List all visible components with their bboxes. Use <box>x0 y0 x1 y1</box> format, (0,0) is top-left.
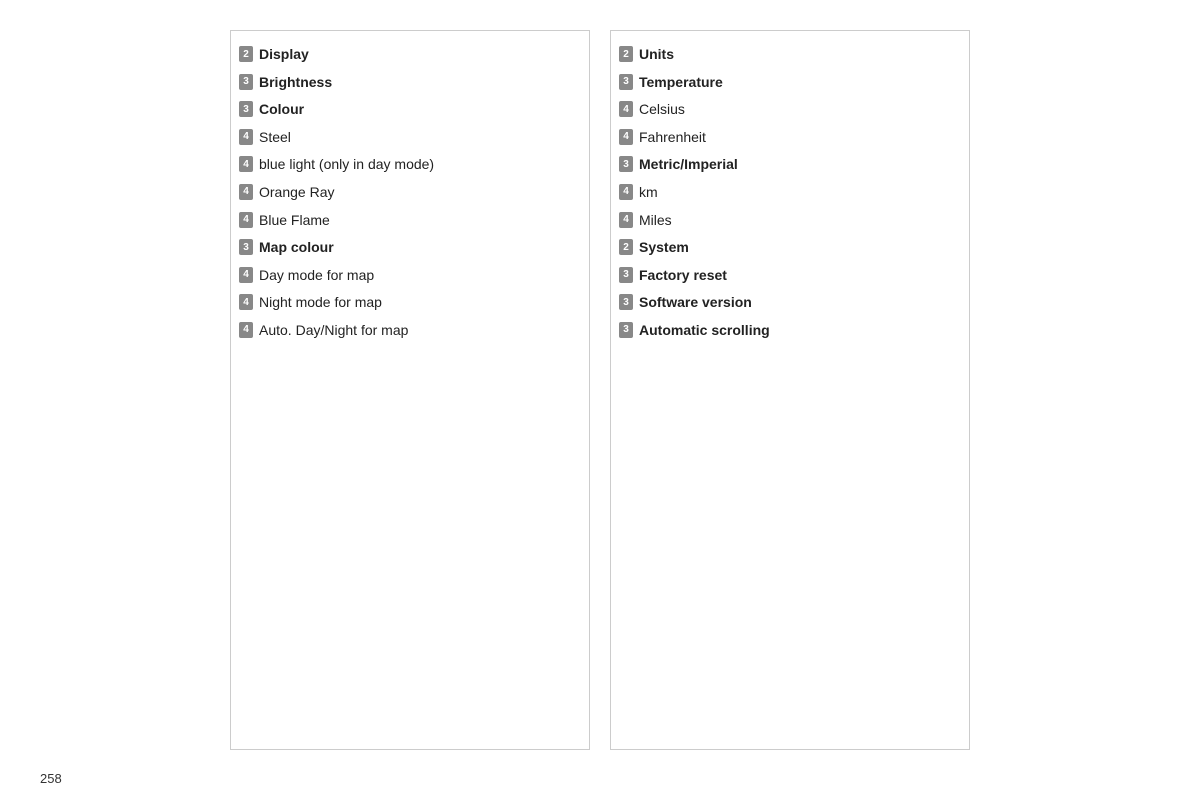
list-item[interactable]: 2 System <box>611 234 969 262</box>
level-badge: 4 <box>239 129 253 145</box>
item-label: Celsius <box>639 100 685 120</box>
page-number: 258 <box>40 771 62 786</box>
item-label: Miles <box>639 211 672 231</box>
item-label: Automatic scrolling <box>639 321 770 341</box>
level-badge: 4 <box>619 212 633 228</box>
level-badge: 3 <box>239 239 253 255</box>
list-item[interactable]: 3 Metric/Imperial <box>611 151 969 179</box>
list-item[interactable]: 3 Colour <box>231 96 589 124</box>
item-label: Map colour <box>259 238 334 258</box>
level-badge: 3 <box>619 156 633 172</box>
list-item[interactable]: 3 Factory reset <box>611 262 969 290</box>
item-label: Steel <box>259 128 291 148</box>
item-label: km <box>639 183 658 203</box>
level-badge: 4 <box>239 212 253 228</box>
left-panel: 2 Display 3 Brightness 3 Colour 4 Steel 4 blue li… <box>230 30 590 750</box>
item-label: Day mode for map <box>259 266 374 286</box>
page-container: 2 Display 3 Brightness 3 Colour 4 Steel 4 blue li… <box>0 0 1200 780</box>
level-badge: 3 <box>239 74 253 90</box>
list-item[interactable]: 3 Automatic scrolling <box>611 317 969 345</box>
item-label: Blue Flame <box>259 211 330 231</box>
list-item[interactable]: 2 Display <box>231 41 589 69</box>
item-label: blue light (only in day mode) <box>259 155 434 175</box>
list-item[interactable]: 4 Day mode for map <box>231 262 589 290</box>
level-badge: 4 <box>619 101 633 117</box>
list-item[interactable]: 4 Auto. Day/Night for map <box>231 317 589 345</box>
level-badge: 2 <box>239 46 253 62</box>
item-label: Temperature <box>639 73 723 93</box>
item-label: Metric/Imperial <box>639 155 738 175</box>
item-label: Colour <box>259 100 304 120</box>
item-label: Brightness <box>259 73 332 93</box>
item-label: Units <box>639 45 674 65</box>
list-item[interactable]: 4 Blue Flame <box>231 207 589 235</box>
list-item[interactable]: 4 Fahrenheit <box>611 124 969 152</box>
level-badge: 4 <box>239 322 253 338</box>
level-badge: 3 <box>619 74 633 90</box>
item-label: Software version <box>639 293 752 313</box>
level-badge: 3 <box>239 101 253 117</box>
list-item[interactable]: 4 Orange Ray <box>231 179 589 207</box>
item-label: Night mode for map <box>259 293 382 313</box>
list-item[interactable]: 3 Map colour <box>231 234 589 262</box>
item-label: Orange Ray <box>259 183 334 203</box>
list-item[interactable]: 4 Miles <box>611 207 969 235</box>
level-badge: 4 <box>239 156 253 172</box>
item-label: Auto. Day/Night for map <box>259 321 408 341</box>
item-label: Fahrenheit <box>639 128 706 148</box>
level-badge: 3 <box>619 322 633 338</box>
level-badge: 2 <box>619 46 633 62</box>
list-item[interactable]: 3 Software version <box>611 289 969 317</box>
level-badge: 4 <box>239 184 253 200</box>
level-badge: 3 <box>619 267 633 283</box>
list-item[interactable]: 4 Night mode for map <box>231 289 589 317</box>
level-badge: 4 <box>239 267 253 283</box>
right-panel: 2 Units 3 Temperature 4 Celsius 4 Fahrenheit 3 Me… <box>610 30 970 750</box>
level-badge: 2 <box>619 239 633 255</box>
level-badge: 4 <box>239 294 253 310</box>
list-item[interactable]: 3 Brightness <box>231 69 589 97</box>
list-item[interactable]: 2 Units <box>611 41 969 69</box>
list-item[interactable]: 4 blue light (only in day mode) <box>231 151 589 179</box>
item-label: Factory reset <box>639 266 727 286</box>
list-item[interactable]: 4 km <box>611 179 969 207</box>
item-label: System <box>639 238 689 258</box>
list-item[interactable]: 3 Temperature <box>611 69 969 97</box>
list-item[interactable]: 4 Steel <box>231 124 589 152</box>
list-item[interactable]: 4 Celsius <box>611 96 969 124</box>
item-label: Display <box>259 45 309 65</box>
level-badge: 3 <box>619 294 633 310</box>
level-badge: 4 <box>619 129 633 145</box>
level-badge: 4 <box>619 184 633 200</box>
